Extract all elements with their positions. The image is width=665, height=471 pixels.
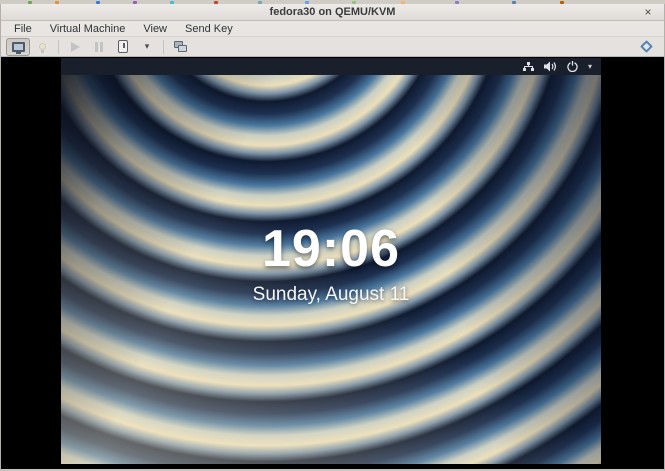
fullscreen-button[interactable]	[634, 38, 658, 56]
volume-icon[interactable]	[543, 61, 557, 72]
fullscreen-diamond-icon	[639, 40, 653, 53]
snapshots-button[interactable]	[168, 38, 192, 56]
power-box-icon	[118, 40, 128, 53]
details-button[interactable]	[30, 38, 54, 56]
network-icon[interactable]	[522, 61, 534, 72]
toolbar: ▾	[1, 37, 664, 57]
run-button[interactable]	[63, 38, 87, 56]
titlebar[interactable]: fedora30 on QEMU/KVM ×	[1, 4, 664, 21]
pause-button[interactable]	[87, 38, 111, 56]
snapshots-icon	[173, 41, 187, 52]
screenshot-root: fedora30 on QEMU/KVM × File Virtual Mach…	[0, 0, 665, 471]
menu-send-key[interactable]: Send Key	[176, 21, 242, 37]
power-icon[interactable]	[567, 61, 578, 72]
toolbar-separator	[58, 39, 59, 54]
console-button[interactable]	[6, 37, 30, 56]
play-icon	[70, 41, 80, 52]
gnome-top-bar: ▾	[61, 58, 601, 75]
caret-down-icon: ▾	[144, 41, 150, 51]
menu-view[interactable]: View	[134, 21, 176, 37]
menu-virtual-machine[interactable]: Virtual Machine	[41, 21, 135, 37]
fedora-ripple-wallpaper: 19:06 Sunday, August 11	[61, 75, 601, 464]
lightbulb-icon	[38, 43, 46, 53]
shutdown-button[interactable]	[111, 38, 135, 56]
virt-manager-window: fedora30 on QEMU/KVM × File Virtual Mach…	[0, 4, 665, 471]
vm-console-area[interactable]: ▾ 19:06 Sunday, August 11	[1, 57, 664, 469]
clock-date: Sunday, August 11	[252, 284, 410, 305]
menubar: File Virtual Machine View Send Key	[1, 21, 664, 37]
clock-time: 19:06	[262, 220, 400, 278]
close-icon[interactable]: ×	[640, 5, 656, 20]
menu-file[interactable]: File	[5, 21, 41, 37]
pause-icon	[95, 41, 103, 52]
lock-screen-clock: 19:06 Sunday, August 11	[61, 223, 601, 306]
shutdown-menu-button[interactable]: ▾	[135, 38, 159, 56]
guest-display[interactable]: ▾ 19:06 Sunday, August 11	[61, 58, 601, 464]
chevron-down-icon[interactable]: ▾	[588, 58, 592, 75]
monitor-icon	[11, 41, 25, 54]
window-title: fedora30 on QEMU/KVM	[269, 6, 396, 18]
toolbar-separator	[163, 39, 164, 54]
